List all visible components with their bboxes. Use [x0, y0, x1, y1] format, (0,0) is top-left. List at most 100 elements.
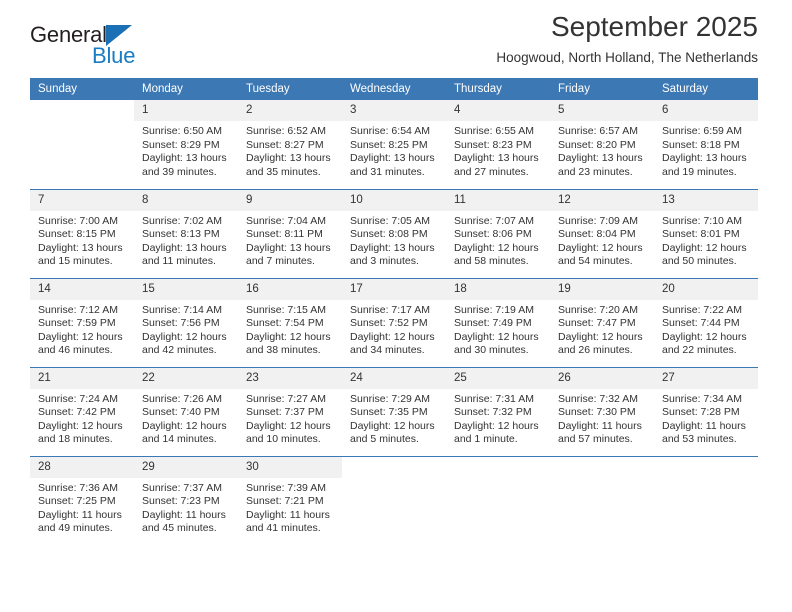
- calendar-day-cell[interactable]: 16 Sunrise: 7:15 AM Sunset: 7:54 PM Dayligh…: [238, 277, 342, 367]
- day-number: 14: [30, 278, 134, 300]
- daylight-text: Daylight: 12 hours and 34 minutes.: [350, 330, 435, 357]
- sunset-text: Sunset: 8:15 PM: [38, 228, 116, 241]
- calendar-page: General Blue September 2025 Hoogwoud, No…: [0, 0, 792, 612]
- day-number: 23: [238, 367, 342, 389]
- daylight-text: Daylight: 12 hours and 1 minute.: [454, 419, 539, 446]
- day-details: Sunrise: 7:26 AM Sunset: 7:40 PM Daylight:…: [134, 389, 238, 447]
- calendar-day-cell[interactable]: 24 Sunrise: 7:29 AM Sunset: 7:35 PM Dayligh…: [342, 366, 446, 456]
- day-number: 22: [134, 367, 238, 389]
- sunrise-text: Sunrise: 7:15 AM: [246, 303, 326, 316]
- calendar-empty-cell: [654, 455, 758, 545]
- day-number: 28: [30, 456, 134, 478]
- day-number: 21: [30, 367, 134, 389]
- day-number: 7: [30, 189, 134, 211]
- calendar-day-cell[interactable]: 21 Sunrise: 7:24 AM Sunset: 7:42 PM Dayligh…: [30, 366, 134, 456]
- calendar-day-cell[interactable]: 10 Sunrise: 7:05 AM Sunset: 8:08 PM Dayligh…: [342, 188, 446, 278]
- page-header: General Blue September 2025 Hoogwoud, No…: [30, 0, 758, 78]
- calendar-week-row: 7 Sunrise: 7:00 AM Sunset: 8:15 PM Daylight…: [30, 188, 758, 278]
- weekday-header-tuesday: Tuesday: [238, 78, 342, 100]
- sunrise-text: Sunrise: 7:22 AM: [662, 303, 742, 316]
- sunrise-text: Sunrise: 7:02 AM: [142, 214, 222, 227]
- day-details: Sunrise: 7:10 AM Sunset: 8:01 PM Daylight:…: [654, 211, 758, 269]
- sunrise-text: Sunrise: 7:00 AM: [38, 214, 118, 227]
- day-details: Sunrise: 7:37 AM Sunset: 7:23 PM Daylight:…: [134, 478, 238, 536]
- sunrise-text: Sunrise: 6:55 AM: [454, 125, 534, 137]
- sunset-text: Sunset: 8:11 PM: [246, 228, 323, 241]
- day-number: 17: [342, 278, 446, 300]
- day-details: Sunrise: 6:57 AM Sunset: 8:20 PM Daylight:…: [550, 121, 654, 179]
- sunrise-text: Sunrise: 7:26 AM: [142, 392, 222, 405]
- sunrise-text: Sunrise: 6:57 AM: [558, 125, 638, 137]
- calendar-day-cell[interactable]: 23 Sunrise: 7:27 AM Sunset: 7:37 PM Dayligh…: [238, 366, 342, 456]
- sunrise-text: Sunrise: 7:10 AM: [662, 214, 742, 227]
- day-details: Sunrise: 7:15 AM Sunset: 7:54 PM Daylight:…: [238, 300, 342, 358]
- daylight-text: Daylight: 13 hours and 31 minutes.: [350, 152, 435, 178]
- daylight-text: Daylight: 13 hours and 3 minutes.: [350, 241, 435, 268]
- daylight-text: Daylight: 12 hours and 30 minutes.: [454, 330, 539, 357]
- calendar-day-cell[interactable]: 29 Sunrise: 7:37 AM Sunset: 7:23 PM Dayligh…: [134, 455, 238, 545]
- calendar-day-cell[interactable]: 25 Sunrise: 7:31 AM Sunset: 7:32 PM Dayligh…: [446, 366, 550, 456]
- day-number: 12: [550, 189, 654, 211]
- calendar-day-cell[interactable]: 18 Sunrise: 7:19 AM Sunset: 7:49 PM Dayligh…: [446, 277, 550, 367]
- daylight-text: Daylight: 13 hours and 19 minutes.: [662, 152, 747, 178]
- calendar-day-cell[interactable]: 6 Sunrise: 6:59 AM Sunset: 8:18 PM Daylight…: [654, 100, 758, 189]
- calendar-day-cell[interactable]: 17 Sunrise: 7:17 AM Sunset: 7:52 PM Dayligh…: [342, 277, 446, 367]
- day-number: 20: [654, 278, 758, 300]
- day-details: Sunrise: 7:20 AM Sunset: 7:47 PM Daylight:…: [550, 300, 654, 358]
- day-number: [446, 456, 550, 478]
- daylight-text: Daylight: 12 hours and 10 minutes.: [246, 419, 331, 446]
- sunset-text: Sunset: 7:25 PM: [38, 495, 116, 508]
- day-details: Sunrise: 7:31 AM Sunset: 7:32 PM Daylight:…: [446, 389, 550, 447]
- daylight-text: Daylight: 13 hours and 39 minutes.: [142, 152, 227, 178]
- day-details: Sunrise: 7:02 AM Sunset: 8:13 PM Daylight:…: [134, 211, 238, 269]
- calendar-day-cell[interactable]: 15 Sunrise: 7:14 AM Sunset: 7:56 PM Dayligh…: [134, 277, 238, 367]
- weekday-header-saturday: Saturday: [654, 78, 758, 100]
- calendar-body: 1 Sunrise: 6:50 AM Sunset: 8:29 PM Daylight…: [30, 100, 758, 545]
- day-details: Sunrise: 7:36 AM Sunset: 7:25 PM Daylight:…: [30, 478, 134, 536]
- day-details: Sunrise: 6:52 AM Sunset: 8:27 PM Daylight:…: [238, 121, 342, 179]
- calendar-day-cell[interactable]: 22 Sunrise: 7:26 AM Sunset: 7:40 PM Dayligh…: [134, 366, 238, 456]
- weekday-header-monday: Monday: [134, 78, 238, 100]
- day-number: 6: [654, 100, 758, 121]
- calendar-day-cell[interactable]: 7 Sunrise: 7:00 AM Sunset: 8:15 PM Daylight…: [30, 188, 134, 278]
- sunset-text: Sunset: 8:23 PM: [454, 138, 532, 151]
- calendar-day-cell[interactable]: 3 Sunrise: 6:54 AM Sunset: 8:25 PM Daylight…: [342, 100, 446, 189]
- calendar-empty-cell: [446, 455, 550, 545]
- calendar-day-cell[interactable]: 27 Sunrise: 7:34 AM Sunset: 7:28 PM Dayligh…: [654, 366, 758, 456]
- calendar-day-cell[interactable]: 5 Sunrise: 6:57 AM Sunset: 8:20 PM Daylight…: [550, 100, 654, 189]
- day-number: 2: [238, 100, 342, 121]
- calendar-day-cell[interactable]: 30 Sunrise: 7:39 AM Sunset: 7:21 PM Dayligh…: [238, 455, 342, 545]
- sunset-text: Sunset: 8:27 PM: [246, 138, 324, 151]
- sunset-text: Sunset: 7:37 PM: [246, 406, 324, 419]
- calendar-day-cell[interactable]: 13 Sunrise: 7:10 AM Sunset: 8:01 PM Dayligh…: [654, 188, 758, 278]
- daylight-text: Daylight: 12 hours and 26 minutes.: [558, 330, 643, 357]
- sunset-text: Sunset: 8:25 PM: [350, 138, 428, 151]
- sunrise-text: Sunrise: 6:59 AM: [662, 125, 742, 137]
- weekday-header-sunday: Sunday: [30, 78, 134, 100]
- calendar-day-cell[interactable]: 19 Sunrise: 7:20 AM Sunset: 7:47 PM Dayligh…: [550, 277, 654, 367]
- daylight-text: Daylight: 13 hours and 27 minutes.: [454, 152, 539, 178]
- calendar-day-cell[interactable]: 1 Sunrise: 6:50 AM Sunset: 8:29 PM Daylight…: [134, 100, 238, 189]
- daylight-text: Daylight: 12 hours and 46 minutes.: [38, 330, 123, 357]
- daylight-text: Daylight: 12 hours and 18 minutes.: [38, 419, 123, 446]
- calendar-day-cell[interactable]: 14 Sunrise: 7:12 AM Sunset: 7:59 PM Dayligh…: [30, 277, 134, 367]
- calendar-empty-cell: [342, 455, 446, 545]
- calendar-day-cell[interactable]: 2 Sunrise: 6:52 AM Sunset: 8:27 PM Daylight…: [238, 100, 342, 189]
- calendar-day-cell[interactable]: 26 Sunrise: 7:32 AM Sunset: 7:30 PM Dayligh…: [550, 366, 654, 456]
- day-details: [446, 478, 550, 482]
- sunset-text: Sunset: 8:29 PM: [142, 138, 220, 151]
- sunrise-text: Sunrise: 7:09 AM: [558, 214, 638, 227]
- calendar-day-cell[interactable]: 12 Sunrise: 7:09 AM Sunset: 8:04 PM Dayligh…: [550, 188, 654, 278]
- calendar-day-cell[interactable]: 9 Sunrise: 7:04 AM Sunset: 8:11 PM Daylight…: [238, 188, 342, 278]
- calendar-day-cell[interactable]: 4 Sunrise: 6:55 AM Sunset: 8:23 PM Daylight…: [446, 100, 550, 189]
- sunrise-text: Sunrise: 6:52 AM: [246, 125, 326, 137]
- calendar-day-cell[interactable]: 28 Sunrise: 7:36 AM Sunset: 7:25 PM Dayligh…: [30, 455, 134, 545]
- general-blue-logo[interactable]: General Blue: [30, 22, 160, 78]
- calendar-day-cell[interactable]: 8 Sunrise: 7:02 AM Sunset: 8:13 PM Daylight…: [134, 188, 238, 278]
- weekday-header-friday: Friday: [550, 78, 654, 100]
- calendar-day-cell[interactable]: 20 Sunrise: 7:22 AM Sunset: 7:44 PM Dayligh…: [654, 277, 758, 367]
- calendar-empty-cell: [30, 100, 134, 189]
- calendar-day-cell[interactable]: 11 Sunrise: 7:07 AM Sunset: 8:06 PM Dayligh…: [446, 188, 550, 278]
- day-details: Sunrise: 7:34 AM Sunset: 7:28 PM Daylight:…: [654, 389, 758, 447]
- daylight-text: Daylight: 13 hours and 15 minutes.: [38, 241, 123, 268]
